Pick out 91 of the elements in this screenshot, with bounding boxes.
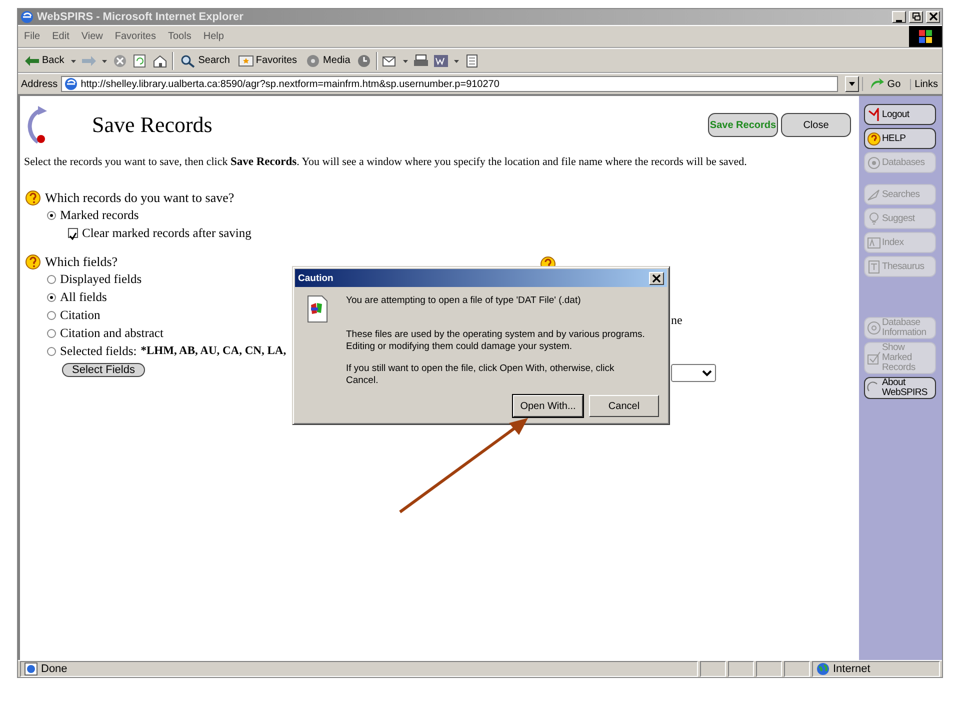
option-label: Clear marked records after saving <box>82 226 252 240</box>
select-fields-button[interactable]: Select Fields <box>62 363 145 377</box>
close-icon <box>652 274 661 282</box>
toolbar-button[interactable]: Back <box>22 54 66 68</box>
lightbulb-icon <box>867 212 881 226</box>
checkbox[interactable] <box>68 228 78 238</box>
close-button[interactable]: Close <box>781 113 851 137</box>
partial-text: ne <box>671 313 682 328</box>
radio-button[interactable] <box>47 328 56 338</box>
caret-icon <box>848 81 856 87</box>
cancel-button[interactable]: Cancel <box>589 395 659 417</box>
question-label: Which records do you want to save? <box>45 190 234 206</box>
search-icon <box>180 54 196 68</box>
restore-button[interactable] <box>909 11 923 23</box>
star-folder-icon <box>238 54 254 68</box>
home-icon[interactable] <box>152 54 168 68</box>
sidebar-button[interactable]: Logout <box>864 104 936 125</box>
refresh-icon[interactable] <box>132 54 148 68</box>
document-icon[interactable] <box>464 54 480 68</box>
option-label: Selected fields: <box>60 344 137 358</box>
dialog-message: You are attempting to open a file of type 'DAT File' (.dat) <box>346 295 582 307</box>
window-title: WebSPIRS - Microsoft Internet Explorer <box>37 11 244 23</box>
menu-item[interactable]: Edit <box>46 31 76 42</box>
radio-button[interactable] <box>47 346 56 356</box>
instructions-text: Select the records you want to save, then click Save Records. You will see a window where you specify the location and file name where the records will be saved. <box>24 156 748 168</box>
minimize-icon <box>896 20 902 22</box>
links-button[interactable]: Links <box>910 78 942 90</box>
option-label: All fields <box>60 290 107 304</box>
page-title: Save Records <box>92 112 214 138</box>
zone-text: Internet <box>833 663 870 675</box>
stop-icon[interactable] <box>112 54 128 68</box>
history-icon[interactable] <box>356 54 372 68</box>
go-button[interactable]: Go <box>862 77 907 91</box>
radio-button[interactable] <box>47 292 56 302</box>
dropdown-button[interactable] <box>845 76 860 92</box>
instruction-text: If you still want to open the file, click Open With, otherwise, click Cancel. <box>346 363 616 387</box>
globe-icon <box>816 662 830 676</box>
page-icon <box>64 77 78 91</box>
help-icon <box>25 254 41 270</box>
menu-item[interactable]: Help <box>197 31 230 42</box>
check-icon <box>69 232 77 240</box>
status-text: Done <box>41 663 68 675</box>
help-icon <box>867 132 881 146</box>
radio-button[interactable] <box>47 310 56 320</box>
option-label: Marked records <box>60 208 139 222</box>
minimize-button[interactable] <box>892 11 906 23</box>
go-arrow-icon <box>869 77 886 91</box>
word-icon[interactable] <box>433 54 450 68</box>
question-label: Which fields? <box>45 254 118 270</box>
close-button[interactable] <box>926 11 940 23</box>
index-icon <box>867 236 881 250</box>
radio-button[interactable] <box>47 210 56 220</box>
sidebar-button[interactable]: HELP <box>864 128 936 149</box>
disc-icon <box>867 156 881 170</box>
restore-icon <box>910 12 922 22</box>
close-button[interactable] <box>649 272 664 284</box>
menu-item[interactable]: Tools <box>162 31 198 42</box>
caret-icon[interactable] <box>453 58 460 64</box>
address-field[interactable]: http://shelley.library.ualberta.ca:8590/agr?sp.nextform=mainfrm.htm&sp.usernumber.p=910270 <box>60 76 838 92</box>
menu-item[interactable]: Favorites <box>108 31 162 42</box>
caret-icon[interactable] <box>402 58 410 64</box>
disc-icon <box>305 54 322 68</box>
help-icon <box>25 190 41 206</box>
file-icon <box>307 295 328 323</box>
close-icon <box>928 12 938 22</box>
back-arrow-icon <box>24 54 40 68</box>
warning-text: These files are used by the operating system and by various programs. Editing or modifying them could damage your system. <box>346 329 646 353</box>
option-label: Displayed fields <box>60 272 142 286</box>
menu-item[interactable]: File <box>18 31 46 42</box>
option-label: Citation and abstract <box>60 326 164 340</box>
mail-icon[interactable] <box>382 54 398 68</box>
field-list: *LHM, AB, AU, CA, CN, LA, <box>140 345 286 357</box>
dialog-title-bar: Caution <box>295 269 667 287</box>
toolbar-button[interactable]: Media <box>303 54 352 68</box>
toolbar-button[interactable]: Search <box>178 54 232 68</box>
toolbar-button[interactable]: Favorites <box>236 54 300 68</box>
book-icon <box>867 260 881 274</box>
logout-icon <box>867 108 881 122</box>
radio-button[interactable] <box>47 274 56 284</box>
browser-icon <box>20 10 34 24</box>
checkbox-icon <box>867 351 881 365</box>
menu-item[interactable]: View <box>75 31 109 42</box>
open-with-button[interactable]: Open With... <box>513 395 583 417</box>
flag-icon <box>919 30 932 43</box>
option-label: Citation <box>60 308 100 322</box>
caret-icon[interactable] <box>70 58 78 64</box>
address-label: Address <box>21 78 58 90</box>
caret-icon[interactable] <box>101 58 108 64</box>
dropdown-field[interactable] <box>671 364 716 382</box>
print-icon[interactable] <box>413 54 430 68</box>
sidebar-button[interactable]: About WebSPIRS <box>864 377 936 399</box>
